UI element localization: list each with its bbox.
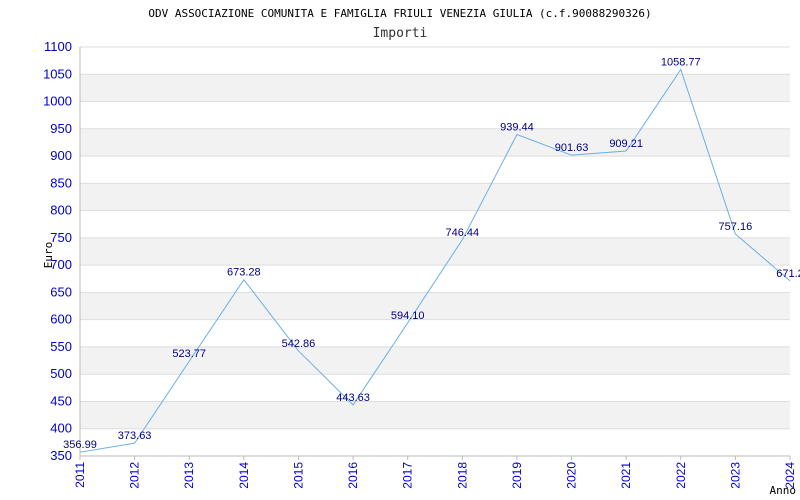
y-tick-label: 850 xyxy=(50,175,72,190)
grid-band xyxy=(80,128,790,157)
y-tick-label: 450 xyxy=(50,393,72,408)
x-tick-label: 2011 xyxy=(73,462,87,488)
y-axis-label: Euro xyxy=(42,242,55,269)
data-label: 443.63 xyxy=(336,392,370,404)
chart-subtitle: Importi xyxy=(373,26,428,41)
x-tick-label: 2021 xyxy=(619,462,633,489)
data-label: 671.2 xyxy=(776,268,800,280)
x-tick-label: 2016 xyxy=(346,462,360,489)
y-tick-label: 1000 xyxy=(43,94,72,109)
data-label: 746.44 xyxy=(445,227,479,239)
data-label: 356.99 xyxy=(63,439,97,451)
y-tick-label: 500 xyxy=(50,366,72,381)
grid-band xyxy=(80,401,790,429)
y-tick-label: 650 xyxy=(50,284,72,299)
chart-title: ODV ASSOCIAZIONE COMUNITA E FAMIGLIA FRI… xyxy=(148,7,651,20)
data-label: 939.44 xyxy=(500,122,534,134)
x-tick-label: 2020 xyxy=(565,462,579,489)
grid-bands xyxy=(80,74,790,429)
data-label: 542.86 xyxy=(282,338,316,350)
data-label: 1058.77 xyxy=(661,56,701,68)
x-tick-labels: 2011 2012 2013 2014 2015 2016 2017 2018 2019 2020… xyxy=(73,456,797,489)
y-tick-label: 800 xyxy=(50,203,72,218)
x-tick-label: 2023 xyxy=(728,462,742,489)
x-tick-label: 2017 xyxy=(401,462,415,489)
y-tick-label: 400 xyxy=(50,421,72,436)
data-label: 594.10 xyxy=(391,310,425,322)
x-tick-label: 2015 xyxy=(291,462,305,489)
data-label: 523.77 xyxy=(172,348,206,360)
x-tick-label: 2022 xyxy=(674,462,688,489)
y-tick-label: 1050 xyxy=(43,66,72,81)
data-label: 757.16 xyxy=(719,221,753,233)
grid-band xyxy=(80,292,790,320)
grid-band xyxy=(80,183,790,211)
x-tick-label: 2014 xyxy=(237,462,251,489)
data-label: 909.21 xyxy=(609,138,643,150)
y-tick-label: 1100 xyxy=(44,39,72,54)
data-label: 673.28 xyxy=(227,267,261,279)
x-tick-label: 2013 xyxy=(182,462,196,489)
y-tick-label: 550 xyxy=(50,339,72,354)
x-axis-label: Anno xyxy=(770,484,797,497)
grid-band xyxy=(80,237,790,266)
y-tick-label: 950 xyxy=(50,121,72,136)
y-tick-label: 600 xyxy=(50,312,72,327)
data-label: 373.63 xyxy=(118,430,152,442)
x-tick-label: 2019 xyxy=(510,462,524,489)
line-chart: 3504004505005506006507007508008509009501… xyxy=(42,7,800,497)
x-tick-label: 2012 xyxy=(128,462,142,489)
x-tick-label: 2018 xyxy=(455,462,469,489)
y-tick-label: 900 xyxy=(50,148,72,163)
data-label: 901.63 xyxy=(555,142,589,154)
